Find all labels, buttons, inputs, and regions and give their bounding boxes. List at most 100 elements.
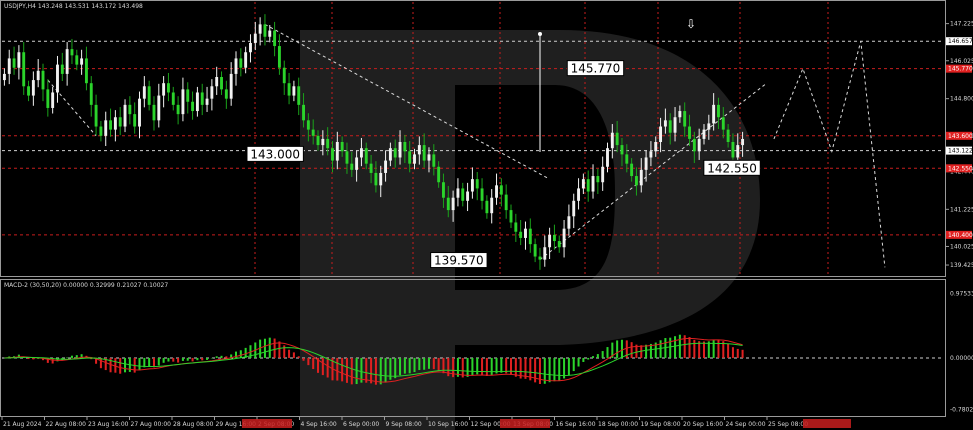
candle-body (475, 179, 479, 189)
candle-body (321, 138, 325, 146)
candle-body (273, 30, 277, 47)
x-tick-label: 10 Sep 16:00 (428, 421, 468, 428)
candle-body (634, 176, 638, 186)
candle-body (557, 241, 561, 248)
x-tick-label: 23 Aug 16:00 (88, 421, 129, 428)
candle-body (422, 145, 426, 161)
candle-body (200, 92, 204, 105)
candle-body (417, 145, 421, 155)
candle-body (504, 194, 508, 211)
candle-body (408, 151, 412, 164)
candle-body (142, 86, 146, 99)
candle-body (369, 163, 373, 173)
candle-body (191, 101, 195, 112)
candle-body (31, 80, 35, 96)
price-annotation-label: 145.770 (571, 62, 621, 76)
candle-body (388, 148, 392, 161)
candle-body (654, 142, 658, 152)
candle-body (113, 117, 117, 130)
candle-body (215, 77, 219, 87)
candle-body (470, 179, 474, 192)
candle-body (731, 142, 735, 158)
price-marker-label: 142.550 (948, 165, 973, 172)
candle-body (726, 129, 730, 142)
candle-body (46, 89, 50, 108)
price-marker-label: 143.600 (948, 133, 973, 140)
candle-body (75, 55, 79, 65)
x-highlight-marker (803, 419, 851, 428)
candle-body (596, 176, 600, 183)
candle-body (176, 104, 180, 115)
candle-body (639, 169, 643, 186)
candle-body (509, 210, 513, 223)
candle-body (562, 228, 566, 248)
candle-body (147, 86, 151, 105)
x-tick-label: 9 Sep 08:00 (386, 421, 422, 428)
candle-body (524, 228, 527, 238)
candle-body (220, 77, 223, 90)
candle-body (355, 157, 359, 170)
forex-chart: USDJPY,H4 143.248 143.531 143.172 143.49… (0, 0, 973, 430)
x-tick-label: 18 Sep 00:00 (598, 421, 638, 428)
candle-body (379, 172, 383, 186)
macd-tick-label: 0.00000 (950, 355, 973, 362)
candle-body (683, 111, 687, 127)
candle-body (152, 104, 156, 121)
x-tick-label: 20 Sep 16:00 (683, 421, 723, 428)
candle-body (717, 104, 720, 118)
candle-body (548, 234, 552, 248)
candle-body (104, 120, 108, 136)
candle-body (514, 222, 518, 232)
candle-body (302, 104, 305, 121)
candle-body (60, 64, 64, 74)
candle-body (258, 24, 262, 34)
candle-body (331, 148, 334, 161)
candle-body (36, 70, 40, 81)
macd-tick-label: 0.97533 (950, 291, 973, 298)
y-tick-label: 146.025 (950, 58, 973, 65)
candle-body (17, 52, 21, 68)
candle-body (490, 197, 494, 214)
candle-body (244, 52, 248, 68)
candle-body (80, 58, 84, 65)
candle-body (721, 117, 725, 130)
price-marker-label: 146.657 (948, 38, 973, 45)
y-tick-label: 147.225 (950, 21, 973, 28)
candle-body (446, 197, 450, 211)
candle-body (442, 182, 445, 198)
x-tick-label: 6 Sep 00:00 (343, 421, 379, 428)
candle-body (229, 73, 233, 99)
x-tick-label: 22 Aug 08:00 (46, 421, 87, 428)
candle-body (659, 126, 663, 142)
candle-body (109, 120, 113, 130)
candle-body (466, 191, 470, 201)
candle-body (688, 126, 691, 139)
candle-body (268, 30, 272, 37)
candle-body (195, 92, 199, 112)
candle-body (292, 86, 296, 96)
candle-body (707, 123, 711, 130)
y-tick-label: 139.425 (950, 262, 973, 269)
candle-body (543, 247, 547, 260)
candle-body (123, 104, 127, 127)
candle-body (171, 92, 175, 105)
candle-body (311, 129, 315, 136)
symbol-header: USDJPY,H4 143.248 143.531 143.172 143.49… (4, 3, 143, 10)
candle-body (678, 111, 682, 118)
candle-body (2, 73, 6, 81)
candle-body (620, 145, 624, 155)
x-tick-label: 27 Aug 00:00 (131, 421, 172, 428)
x-highlight-marker (242, 419, 292, 428)
macd-tick-label: -0.78029 (950, 406, 973, 413)
candle-body (27, 86, 30, 96)
candle-body (359, 148, 363, 158)
candle-body (263, 24, 267, 37)
price-marker-label: 143.122 (948, 148, 973, 155)
indicator-header: MACD-2 (30,50,20) 0.00000 0.32999 0.2102… (4, 282, 168, 289)
candle-body (224, 89, 228, 99)
price-annotation-label: 142.550 (707, 161, 757, 175)
candle-body (277, 46, 281, 68)
candle-body (84, 58, 88, 84)
candle-body (118, 117, 122, 127)
x-tick-label: 28 Aug 08:00 (173, 421, 214, 428)
